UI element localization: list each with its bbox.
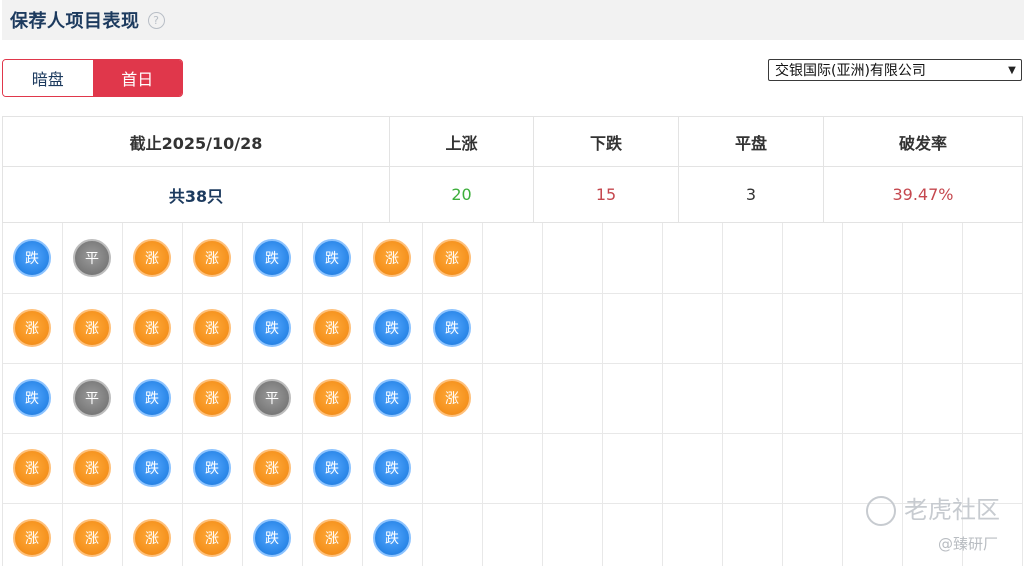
toggle-first-day[interactable]: 首日	[92, 60, 182, 96]
grid-divider	[722, 223, 723, 566]
summary-header-break-rate: 破发率	[823, 116, 1023, 167]
coin-up[interactable]: 涨	[193, 519, 231, 557]
sponsor-select-value: 交银国际(亚洲)有限公司	[775, 63, 926, 79]
summary-flat-count: 3	[678, 166, 824, 223]
summary-header-flat: 平盘	[678, 116, 824, 167]
coin-up[interactable]: 涨	[313, 519, 351, 557]
coin-up[interactable]: 涨	[433, 239, 471, 277]
summary-header-up: 上涨	[389, 116, 534, 167]
coin-up[interactable]: 涨	[373, 239, 411, 277]
page-title: 保荐人项目表现	[10, 11, 140, 32]
coin-up[interactable]: 涨	[13, 449, 51, 487]
coin-down[interactable]: 跌	[133, 379, 171, 417]
help-icon[interactable]: ?	[147, 11, 165, 29]
grid-divider	[842, 223, 843, 566]
coin-up[interactable]: 涨	[13, 309, 51, 347]
coin-down[interactable]: 跌	[253, 309, 291, 347]
coin-up[interactable]: 涨	[193, 309, 231, 347]
coin-down[interactable]: 跌	[13, 239, 51, 277]
grid-divider	[482, 223, 483, 566]
coin-up[interactable]: 涨	[133, 309, 171, 347]
coin-up[interactable]: 涨	[133, 519, 171, 557]
coin-up[interactable]: 涨	[253, 449, 291, 487]
summary-header-down: 下跌	[533, 116, 679, 167]
coin-up[interactable]: 涨	[133, 239, 171, 277]
coin-down[interactable]: 跌	[373, 309, 411, 347]
summary-up-count: 20	[389, 166, 534, 223]
coin-up[interactable]: 涨	[13, 519, 51, 557]
header-bar: 保荐人项目表现 ?	[2, 0, 1024, 40]
coin-down[interactable]: 跌	[253, 239, 291, 277]
coin-flat[interactable]: 平	[253, 379, 291, 417]
watermark-text: 老虎社区	[904, 496, 1000, 524]
watermark-sub: @臻研厂	[938, 535, 999, 553]
coin-down[interactable]: 跌	[313, 449, 351, 487]
watermark: 老虎社区	[866, 490, 1000, 526]
grid-divider	[662, 223, 663, 566]
grid-divider	[1022, 223, 1023, 566]
coin-up[interactable]: 涨	[193, 379, 231, 417]
coin-up[interactable]: 涨	[313, 309, 351, 347]
coin-down[interactable]: 跌	[193, 449, 231, 487]
grid-divider	[3, 433, 1023, 434]
grid-divider	[62, 223, 63, 566]
coin-down[interactable]: 跌	[373, 379, 411, 417]
toggle-dark-market[interactable]: 暗盘	[3, 60, 93, 96]
grid-divider	[122, 223, 123, 566]
grid-divider	[302, 223, 303, 566]
grid-divider	[3, 293, 1023, 294]
summary-table: 截止2025/10/28 上涨 下跌 平盘 破发率 共38只 20 15 3 3…	[2, 116, 1023, 223]
coin-down[interactable]: 跌	[253, 519, 291, 557]
grid-divider	[362, 223, 363, 566]
coin-down[interactable]: 跌	[433, 309, 471, 347]
summary-value-row: 共38只 20 15 3 39.47%	[2, 166, 1023, 223]
page: 保荐人项目表现 ? 暗盘 首日 交银国际(亚洲)有限公司 ▼ 截止2025/10…	[0, 0, 1028, 566]
coin-up[interactable]: 涨	[193, 239, 231, 277]
coin-up[interactable]: 涨	[433, 379, 471, 417]
sponsor-select[interactable]: 交银国际(亚洲)有限公司 ▼	[768, 59, 1022, 81]
coin-up[interactable]: 涨	[313, 379, 351, 417]
coin-down[interactable]: 跌	[373, 449, 411, 487]
grid-divider	[182, 223, 183, 566]
grid-divider	[422, 223, 423, 566]
coin-down[interactable]: 跌	[133, 449, 171, 487]
summary-header-row: 截止2025/10/28 上涨 下跌 平盘 破发率	[2, 116, 1023, 167]
summary-total: 共38只	[2, 166, 390, 223]
summary-down-count: 15	[533, 166, 679, 223]
coin-up[interactable]: 涨	[73, 309, 111, 347]
chevron-down-icon: ▼	[1008, 64, 1016, 76]
coin-flat[interactable]: 平	[73, 379, 111, 417]
grid-divider	[242, 223, 243, 566]
coin-down[interactable]: 跌	[313, 239, 351, 277]
market-toggle: 暗盘 首日	[2, 59, 183, 97]
grid-divider	[782, 223, 783, 566]
coin-flat[interactable]: 平	[73, 239, 111, 277]
summary-break-rate: 39.47%	[823, 166, 1023, 223]
coin-down[interactable]: 跌	[13, 379, 51, 417]
grid-divider	[3, 363, 1023, 364]
coin-up[interactable]: 涨	[73, 449, 111, 487]
summary-header-date: 截止2025/10/28	[2, 116, 390, 167]
grid-divider	[542, 223, 543, 566]
coin-down[interactable]: 跌	[373, 519, 411, 557]
grid-divider	[602, 223, 603, 566]
coin-up[interactable]: 涨	[73, 519, 111, 557]
watermark-logo-icon	[866, 496, 896, 526]
